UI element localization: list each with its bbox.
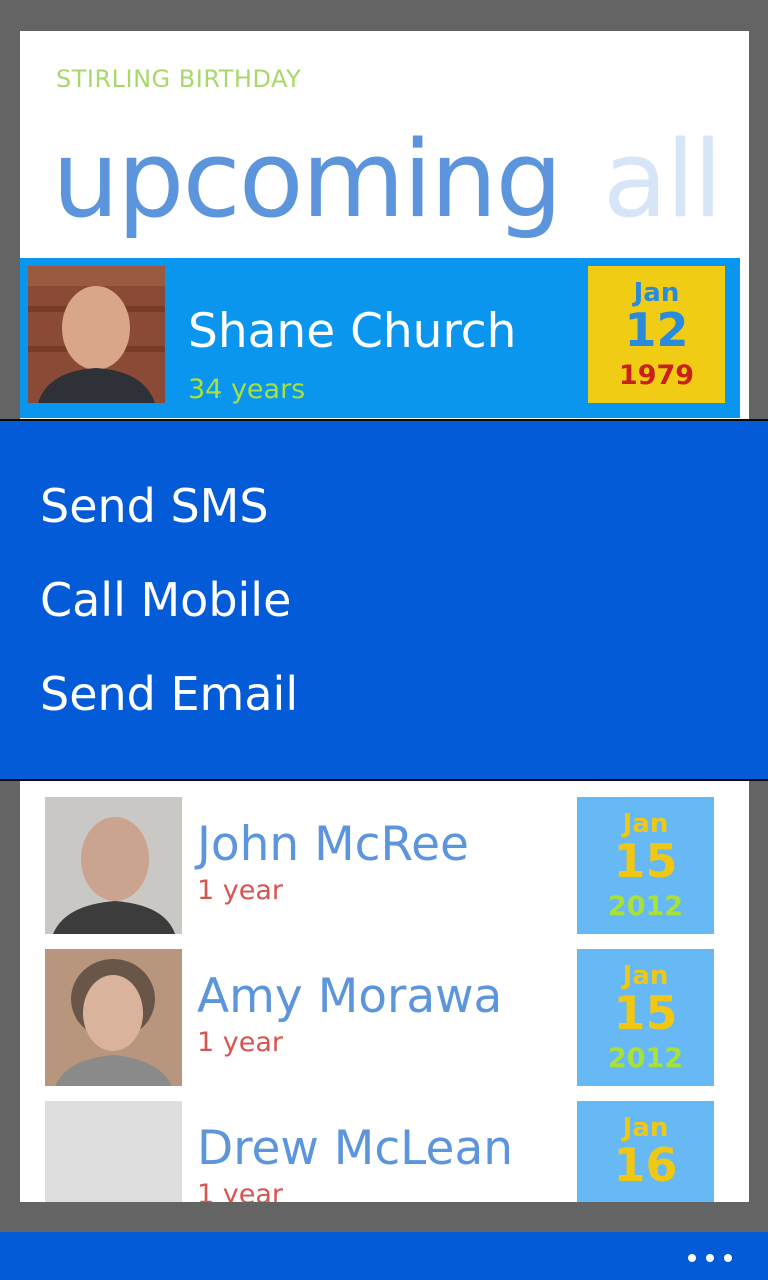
date-day: 15 xyxy=(613,986,678,1040)
contact-name: Drew McLean xyxy=(197,1121,514,1176)
pivot-tab-upcoming[interactable]: upcoming xyxy=(52,118,563,241)
date-year: 2012 xyxy=(607,1043,684,1074)
date-day: 15 xyxy=(613,834,678,888)
date-year: 1979 xyxy=(618,360,695,391)
birthday-date-tile: Jan 16 xyxy=(577,1101,714,1202)
birthday-date-tile: Jan 12 1979 xyxy=(588,266,725,403)
application-bar xyxy=(0,1232,768,1280)
date-day: 16 xyxy=(613,1138,678,1192)
contact-age: 34 years xyxy=(188,374,306,405)
app-title: STIRLING BIRTHDAY xyxy=(56,65,302,93)
menu-item-call-mobile[interactable]: Call Mobile xyxy=(40,573,291,627)
list-item[interactable]: Drew McLean 1 year Jan 16 xyxy=(20,1101,749,1202)
contact-name: John McRee xyxy=(197,817,469,872)
list-item[interactable]: John McRee 1 year Jan 15 2012 xyxy=(20,797,749,934)
contact-photo xyxy=(45,949,182,1086)
contact-photo xyxy=(45,797,182,934)
menu-item-send-email[interactable]: Send Email xyxy=(40,667,298,721)
birthday-date-tile: Jan 15 2012 xyxy=(577,949,714,1086)
contact-age: 1 year xyxy=(197,1027,283,1058)
contact-name: Shane Church xyxy=(188,304,517,359)
contact-age: 1 year xyxy=(197,875,283,906)
birthday-date-tile: Jan 15 2012 xyxy=(577,797,714,934)
contact-row-highlighted[interactable]: Shane Church 34 years Jan 12 1979 xyxy=(20,258,740,418)
date-day: 12 xyxy=(624,303,689,357)
contact-photo xyxy=(28,266,165,403)
contact-photo-placeholder xyxy=(45,1101,182,1202)
contact-name: Amy Morawa xyxy=(197,969,503,1024)
pivot-header: upcoming all p xyxy=(52,115,749,245)
list-item[interactable]: Amy Morawa 1 year Jan 15 2012 xyxy=(20,949,749,1086)
menu-item-send-sms[interactable]: Send SMS xyxy=(40,479,269,533)
pivot-tab-all[interactable]: all p xyxy=(603,118,749,241)
contact-age: 1 year xyxy=(197,1179,283,1202)
ellipsis-icon[interactable] xyxy=(688,1254,732,1262)
date-year: 2012 xyxy=(607,891,684,922)
context-menu: Send SMS Call Mobile Send Email xyxy=(0,419,768,781)
